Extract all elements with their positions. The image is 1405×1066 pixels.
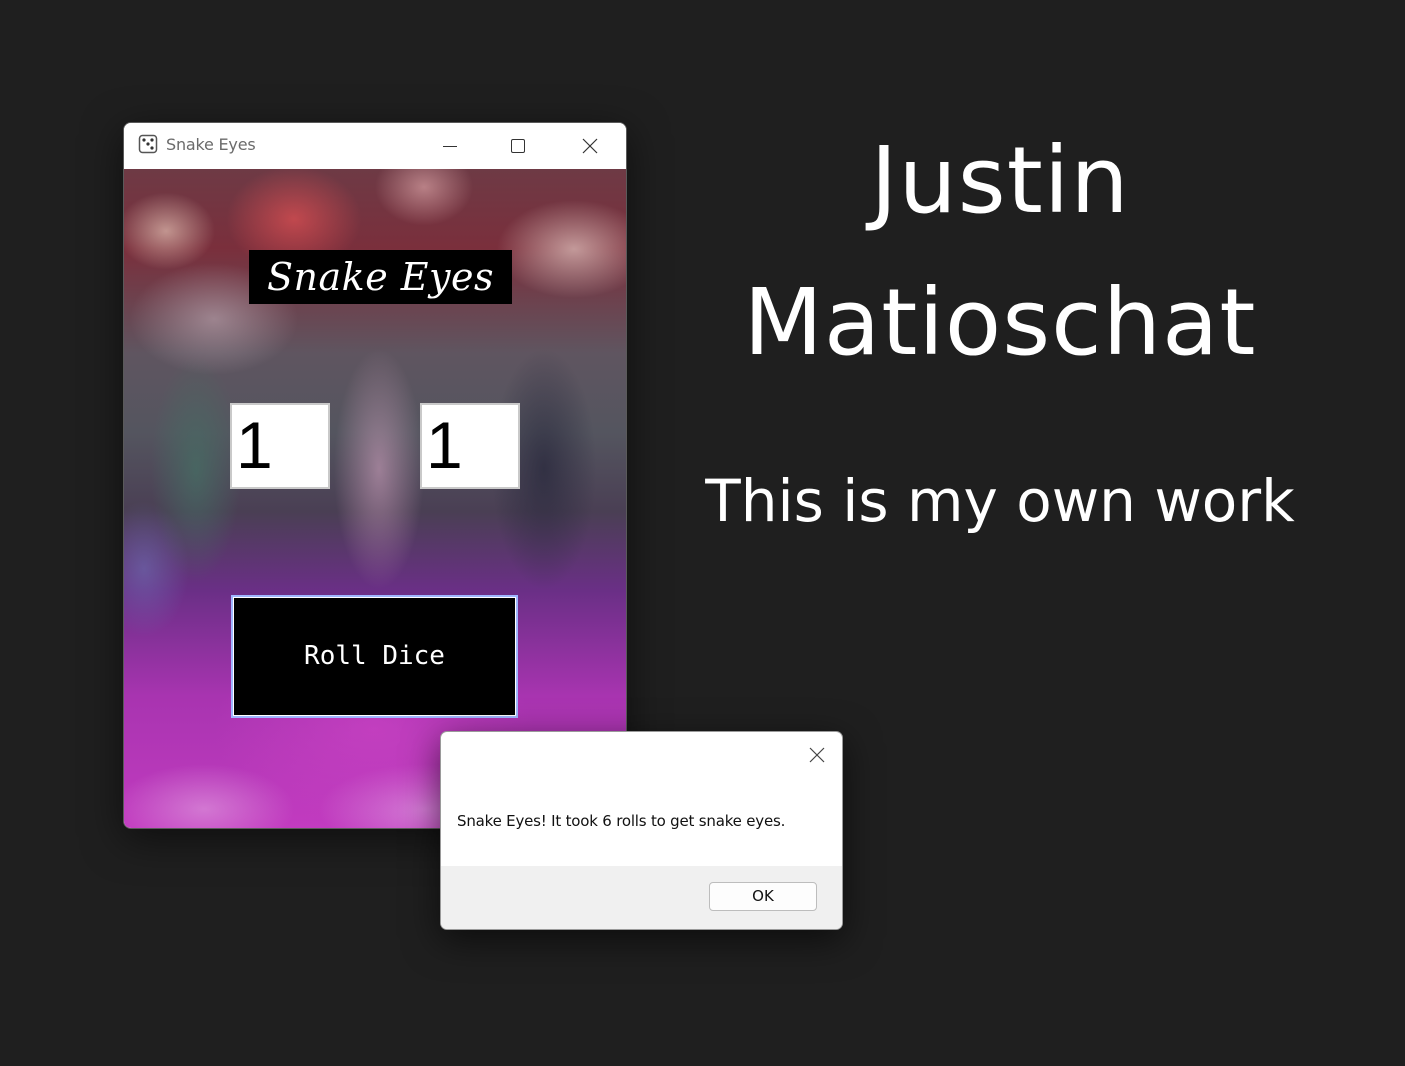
minimize-button[interactable] [416,123,484,169]
ok-button[interactable]: OK [709,882,817,911]
game-area: Snake Eyes 1 1 Roll Dice [124,169,626,828]
die-2-display: 1 [420,403,520,489]
minimize-icon [443,146,457,147]
maximize-button[interactable] [484,123,552,169]
dialog-footer: OK [441,866,842,929]
dice-icon [138,134,158,154]
die-1-display: 1 [230,403,330,489]
dialog-message: Snake Eyes! It took 6 rolls to get snake… [457,812,786,830]
close-button[interactable] [556,123,624,169]
close-icon [582,138,598,154]
author-last-name: Matioschat [743,269,1257,376]
window-titlebar[interactable]: Snake Eyes [124,123,626,170]
window-title: Snake Eyes [166,135,256,154]
game-title-label: Snake Eyes [249,250,512,304]
author-name: Justin Matioschat [700,110,1300,394]
snake-eyes-window: Snake Eyes Snake Eyes 1 1 Roll Dice [123,122,627,829]
dialog-close-button[interactable] [802,740,832,770]
close-icon [809,747,825,763]
roll-dice-button[interactable]: Roll Dice [231,595,518,718]
result-dialog: Snake Eyes! It took 6 rolls to get snake… [440,731,843,930]
author-first-name: Justin [870,127,1130,234]
authorship-statement: This is my own work [705,467,1295,535]
maximize-icon [511,139,525,153]
